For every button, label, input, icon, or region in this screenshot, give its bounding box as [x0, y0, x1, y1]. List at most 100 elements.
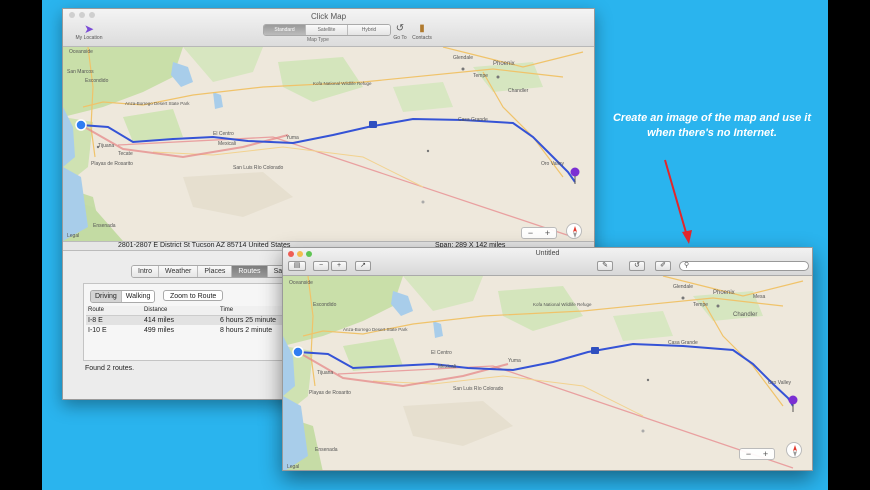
- window2-toolbar: Untitled ▤ − + ↗ ✎ ↺ ✐ ⚲: [283, 248, 812, 276]
- markup-icon[interactable]: ✐: [655, 261, 671, 271]
- map-type-satellite[interactable]: Satellite: [306, 25, 348, 35]
- zoom-out-icon[interactable]: −: [522, 228, 539, 238]
- map-label-yuma: Yuma: [286, 135, 299, 141]
- annotate-icon[interactable]: ✎: [597, 261, 613, 271]
- map-label-oro-valley: Oro Valley: [768, 380, 791, 386]
- map-label-oceanside: Oceanside: [289, 280, 313, 286]
- start-location-pin[interactable]: [75, 119, 87, 131]
- map-label-chandler: Chandler: [508, 88, 529, 94]
- map-label-ensenada: Ensenada: [93, 223, 116, 229]
- map-label-glendale: Glendale: [453, 55, 473, 61]
- map-label-mexicali: Mexicali: [218, 141, 236, 147]
- col-route[interactable]: Route: [86, 306, 142, 316]
- address-text: 2801-2807 E District St Tucson AZ 85714 …: [118, 242, 291, 249]
- route-name: I-10 E: [88, 326, 107, 334]
- my-location-label: My Location: [75, 35, 103, 41]
- info-tabs: Intro Weather Places Routes Sa: [131, 265, 291, 278]
- map-label-casa-grande: Casa Grande: [668, 340, 698, 346]
- zoom-to-route-button[interactable]: Zoom to Route: [163, 290, 224, 301]
- map-label-tijuana: Tijuana: [317, 370, 333, 376]
- map-label-ensenada: Ensenada: [315, 447, 338, 453]
- compass-icon[interactable]: [566, 223, 582, 239]
- map-label-san-marcos: San Marcos: [67, 69, 94, 75]
- route-name: I-8 E: [86, 315, 142, 325]
- map-label-escondido: Escondido: [85, 78, 109, 84]
- tab-intro[interactable]: Intro: [132, 266, 160, 277]
- map-label-san-luis: San Luis Río Colorado: [233, 165, 284, 171]
- zoom-out-icon[interactable]: −: [740, 449, 757, 459]
- tab-places[interactable]: Places: [198, 266, 233, 277]
- map-label-kofa: Kofa National Wildlife Refuge: [313, 81, 372, 86]
- mode-driving[interactable]: Driving: [91, 291, 122, 302]
- map-label-mesa: Mesa: [753, 294, 765, 300]
- go-to-icon: ↺: [395, 23, 405, 34]
- tab-routes[interactable]: Routes: [232, 266, 268, 277]
- zoom-in-icon[interactable]: +: [331, 261, 347, 271]
- my-location-button[interactable]: ➤ My Location: [69, 23, 109, 41]
- map-label-el-centro: El Centro: [431, 350, 452, 356]
- routes-panel: Driving Walking Zoom to Route Route Dist…: [83, 283, 313, 361]
- map-label-tijuana: Tijuana: [98, 143, 114, 149]
- map-label-oro-valley: Oro Valley: [541, 161, 564, 167]
- route-distance: 499 miles: [144, 326, 174, 334]
- map-type-caption: Map Type: [307, 37, 329, 43]
- map-label-tempe: Tempe: [693, 302, 708, 308]
- map-label-yuma: Yuma: [508, 358, 521, 364]
- contacts-button[interactable]: ▮ Contacts: [411, 23, 433, 41]
- map-label-tecate: Tecate: [118, 151, 133, 157]
- annotation-text: Create an image of the map and use it wh…: [612, 112, 812, 139]
- map-label-mexicali: Mexicali: [438, 364, 456, 370]
- map-label-san-luis: San Luis Río Colorado: [453, 386, 504, 392]
- map-image[interactable]: Phoenix Glendale Tempe Chandler Mesa Kof…: [283, 276, 812, 470]
- map-type-standard[interactable]: Standard: [264, 25, 306, 35]
- go-to-button[interactable]: ↺ Go To: [389, 23, 411, 41]
- zoom-in-icon[interactable]: +: [757, 449, 774, 459]
- view-menu-icon[interactable]: ▤: [288, 261, 306, 271]
- toolbar: Click Map ➤ My Location Standard Satelli…: [63, 9, 594, 47]
- destination-pin[interactable]: [570, 167, 580, 177]
- rotate-icon[interactable]: ↺: [629, 261, 645, 271]
- right-border: [828, 0, 870, 490]
- map-view[interactable]: Phoenix Glendale Tempe Chandler Kofa Nat…: [63, 47, 594, 241]
- share-icon[interactable]: ↗: [355, 261, 371, 271]
- map-label-playas: Playas de Rosarito: [91, 161, 133, 167]
- map-type-selector[interactable]: Standard Satellite Hybrid: [263, 24, 391, 36]
- map-canvas: Phoenix Glendale Tempe Chandler Kofa Nat…: [63, 47, 594, 241]
- map-label-anza: Anza-Borrego Desert State Park: [125, 101, 190, 106]
- map-label-anza: Anza-Borrego Desert State Park: [343, 327, 408, 332]
- map-label-playas: Playas de Rosarito: [309, 390, 351, 396]
- routes-table: Route Distance Time I-8 E 414 miles 6 ho…: [86, 306, 310, 335]
- untitled-image-window: Untitled ▤ − + ↗ ✎ ↺ ✐ ⚲ Phoenix Glendal…: [282, 247, 813, 471]
- compass-icon[interactable]: [786, 442, 802, 458]
- map-label-casa-grande: Casa Grande: [458, 117, 488, 123]
- map-label-kofa: Kofa National Wildlife Refuge: [533, 302, 592, 307]
- map-label-tempe: Tempe: [473, 73, 488, 79]
- annotation-arrow-icon: [664, 159, 692, 244]
- map-type-hybrid[interactable]: Hybrid: [348, 25, 390, 35]
- zoom-in-icon[interactable]: +: [539, 228, 556, 238]
- mode-walking[interactable]: Walking: [121, 291, 155, 302]
- contacts-label: Contacts: [412, 35, 432, 41]
- tab-weather[interactable]: Weather: [159, 266, 199, 277]
- map-image-canvas: Phoenix Glendale Tempe Chandler Mesa Kof…: [283, 276, 812, 470]
- table-row[interactable]: I-10 E 499 miles 8 hours 2 minute: [86, 325, 310, 335]
- go-to-label: Go To: [393, 35, 407, 41]
- route-distance: 414 miles: [142, 315, 218, 325]
- route-mode-selector[interactable]: Driving Walking: [90, 290, 156, 303]
- map-label-el-centro: El Centro: [213, 131, 234, 137]
- map-label-chandler: Chandler: [733, 312, 757, 318]
- destination-pin[interactable]: [788, 395, 798, 405]
- col-distance[interactable]: Distance: [142, 306, 218, 316]
- legal-link[interactable]: Legal: [67, 233, 79, 239]
- legal-link[interactable]: Legal: [287, 464, 299, 470]
- search-field[interactable]: ⚲: [679, 261, 809, 271]
- map-label-phoenix: Phoenix: [713, 290, 735, 296]
- table-row[interactable]: I-8 E 414 miles 6 hours 25 minute: [86, 315, 310, 325]
- start-location-pin[interactable]: [292, 346, 304, 358]
- location-arrow-icon: ➤: [83, 22, 95, 36]
- map-zoom-control[interactable]: − +: [521, 227, 557, 239]
- zoom-out-icon[interactable]: −: [313, 261, 329, 271]
- window-title: Untitled: [535, 250, 560, 257]
- left-border: [0, 0, 42, 490]
- map-zoom-control[interactable]: − +: [739, 448, 775, 460]
